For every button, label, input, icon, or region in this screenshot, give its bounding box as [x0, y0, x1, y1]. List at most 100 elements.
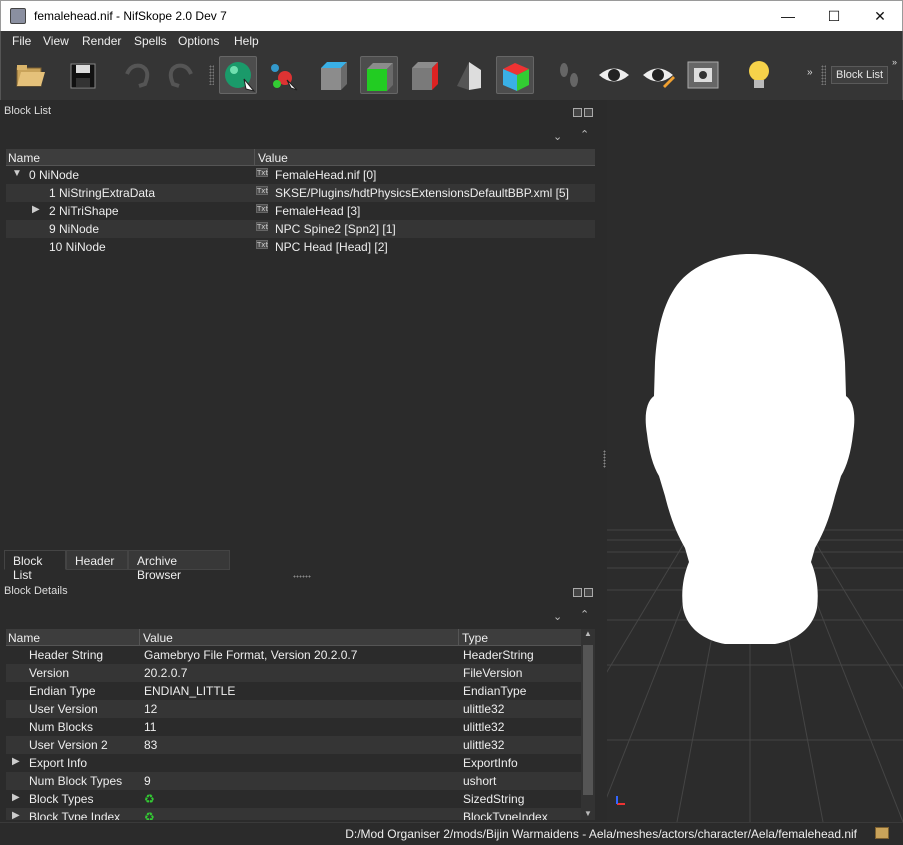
redo-icon[interactable] [161, 56, 199, 94]
column-header-name[interactable]: Name [8, 151, 40, 165]
text-value-icon: Txt [256, 204, 269, 213]
tab-block-list[interactable]: Block List [4, 550, 66, 582]
expand-all-icon[interactable]: ⌃ [580, 128, 589, 141]
details-row[interactable]: ▶ Block Types SizedString ♻ [6, 790, 581, 808]
menu-file[interactable]: File [12, 34, 31, 48]
float-icon[interactable] [573, 588, 582, 597]
female-head-mesh[interactable] [645, 254, 855, 644]
select-vertex-icon[interactable] [265, 56, 303, 94]
details-row[interactable]: Version 20.2.0.7 FileVersion [6, 664, 581, 682]
maximize-button[interactable]: ☐ [811, 1, 857, 31]
block-value: SKSE/Plugins/hdtPhysicsExtensionsDefault… [275, 186, 569, 200]
details-row[interactable]: ▶ Export Info ExportInfo [6, 754, 581, 772]
toolbar-grip-2[interactable] [821, 65, 826, 85]
close-button[interactable]: ✕ [857, 1, 903, 31]
toolbar-grip[interactable] [209, 65, 214, 85]
details-row[interactable]: Num Block Types 9 ushort [6, 772, 581, 790]
block-name: 9 NiNode [49, 222, 100, 236]
menu-bar: File View Render Spells Options Help [0, 31, 903, 51]
toolbar-overflow-icon[interactable]: » [807, 67, 813, 78]
column-header-type[interactable]: Type [462, 631, 488, 645]
tree-row[interactable]: ▶ 2 NiTriShape Txt FemaleHead [3] [6, 202, 595, 220]
block-name: 10 NiNode [49, 240, 106, 254]
field-type: SizedString [463, 792, 525, 806]
tab-header[interactable]: Header [66, 550, 128, 570]
menu-render[interactable]: Render [82, 34, 121, 48]
expander-icon[interactable]: ▶ [12, 810, 20, 820]
field-name: Block Type Index [29, 810, 121, 820]
details-row[interactable]: Header String Gamebryo File Format, Versi… [6, 646, 581, 664]
scroll-up-icon[interactable]: ▲ [584, 629, 592, 638]
scroll-down-icon[interactable]: ▼ [584, 809, 592, 818]
save-file-icon[interactable] [65, 56, 103, 94]
footprints-icon[interactable] [550, 56, 588, 94]
minimize-button[interactable]: — [765, 1, 811, 31]
view-user-icon[interactable] [451, 56, 489, 94]
field-type: BlockTypeIndex [463, 810, 548, 820]
close-panel-icon[interactable] [584, 108, 593, 117]
details-row[interactable]: Num Blocks 11 ulittle32 [6, 718, 581, 736]
block-list-dock-buttons[interactable] [573, 106, 595, 117]
refresh-array-icon[interactable]: ♻ [144, 810, 155, 820]
column-header-value[interactable]: Value [258, 151, 288, 165]
lighting-bulb-icon[interactable] [740, 56, 778, 94]
field-type: ushort [463, 774, 497, 788]
show-hidden-eye-icon[interactable] [595, 56, 633, 94]
field-name: Header String [29, 648, 104, 662]
scrollbar-thumb[interactable] [583, 645, 593, 795]
block-value: FemaleHead [3] [275, 204, 361, 218]
block-list-toggle-button[interactable]: Block List [831, 66, 889, 84]
close-panel-icon[interactable] [584, 588, 593, 597]
details-row[interactable]: User Version 12 ulittle32 [6, 700, 581, 718]
menu-help[interactable]: Help [234, 34, 259, 48]
text-value-icon: Txt [256, 222, 269, 231]
menu-spells[interactable]: Spells [134, 34, 167, 48]
tree-row[interactable]: 1 NiStringExtraData Txt SKSE/Plugins/hdt… [6, 184, 595, 202]
refresh-array-icon[interactable]: ♻ [144, 792, 155, 806]
column-header-name[interactable]: Name [8, 631, 40, 645]
undo-icon[interactable] [119, 56, 157, 94]
vertical-splitter-handle[interactable] [603, 450, 606, 468]
tree-row[interactable]: 9 NiNode Txt NPC Spine2 [Spn2] [1] [6, 220, 595, 238]
block-details-title: Block Details [4, 585, 68, 597]
open-folder-icon[interactable] [875, 827, 889, 839]
details-scrollbar[interactable]: ▲ ▼ [581, 629, 595, 820]
title-bar: femalehead.nif - NifSkope 2.0 Dev 7 — ☐ … [0, 0, 903, 31]
splitter-handle[interactable] [293, 575, 311, 578]
open-file-icon[interactable] [11, 56, 49, 94]
view-side-icon[interactable] [406, 56, 444, 94]
details-row[interactable]: User Version 2 83 ulittle32 [6, 736, 581, 754]
block-name: 1 NiStringExtraData [49, 186, 156, 200]
field-type: FileVersion [463, 666, 523, 680]
select-object-icon[interactable] [219, 56, 257, 94]
view-walk-icon[interactable] [496, 56, 534, 94]
expander-icon[interactable]: ▶ [32, 204, 40, 215]
view-top-icon[interactable] [315, 56, 353, 94]
toolbar-extension-icon[interactable]: » [892, 57, 897, 67]
details-row[interactable]: ▶ Block Type Index BlockTypeIndex ♻ [6, 808, 581, 820]
details-row[interactable]: Endian Type ENDIAN_LITTLE EndianType [6, 682, 581, 700]
column-header-value[interactable]: Value [143, 631, 173, 645]
screenshot-camera-icon[interactable] [684, 56, 722, 94]
status-bar: D:/Mod Organiser 2/mods/Bijin Warmaidens… [0, 822, 903, 845]
tab-archive-browser[interactable]: Archive Browser [128, 550, 230, 582]
field-name: Num Blocks [29, 720, 94, 734]
expand-all-icon[interactable]: ⌃ [580, 608, 589, 621]
tree-row[interactable]: ▼ 0 NiNode Txt FemaleHead.nif [0] [6, 166, 595, 184]
view-front-icon[interactable] [360, 56, 398, 94]
collapse-all-icon[interactable]: ⌄ [553, 130, 562, 143]
expander-icon[interactable]: ▶ [12, 756, 20, 767]
field-type: ExportInfo [463, 756, 518, 770]
expander-icon[interactable]: ▶ [12, 792, 20, 803]
block-list-header: Name Value [6, 149, 595, 166]
edit-visibility-eye-icon[interactable] [639, 56, 677, 94]
render-viewport[interactable] [607, 100, 903, 822]
menu-view[interactable]: View [43, 34, 69, 48]
block-details-dock-buttons[interactable] [573, 586, 595, 597]
field-name: Num Block Types [29, 774, 123, 788]
tree-row[interactable]: 10 NiNode Txt NPC Head [Head] [2] [6, 238, 595, 256]
menu-options[interactable]: Options [178, 34, 219, 48]
float-icon[interactable] [573, 108, 582, 117]
expander-icon[interactable]: ▼ [12, 168, 22, 179]
collapse-all-icon[interactable]: ⌄ [553, 610, 562, 623]
